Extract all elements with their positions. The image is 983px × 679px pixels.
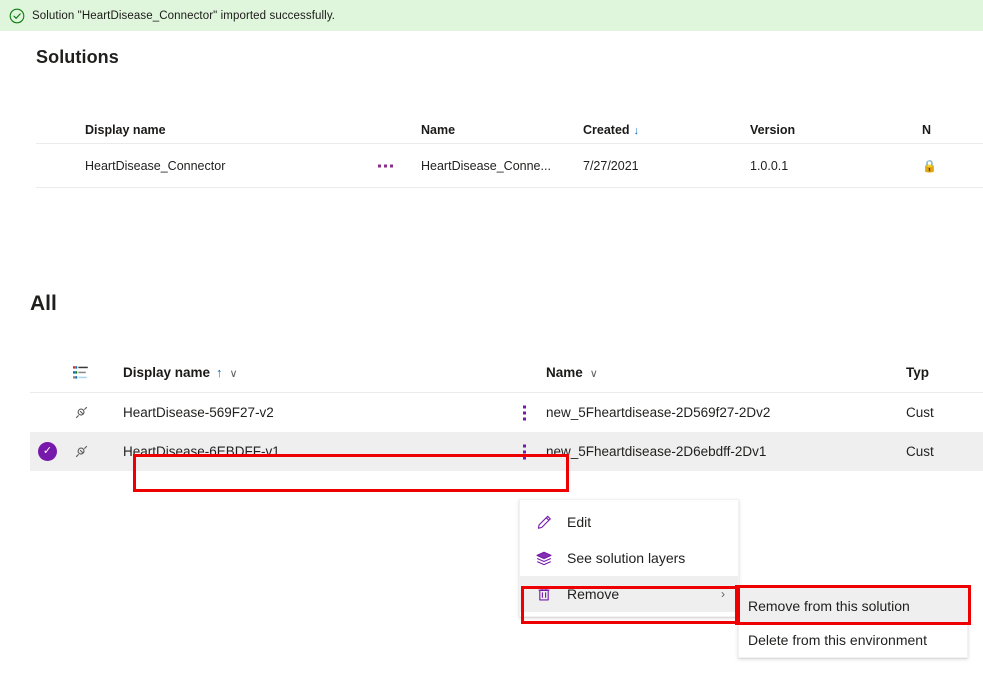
- pencil-icon: [534, 513, 554, 531]
- chevron-right-icon: ›: [721, 587, 725, 601]
- column-header-display-name-label: Display name: [123, 364, 211, 380]
- column-header-name[interactable]: Name ∨: [546, 365, 906, 380]
- row-name-cell: new_5Fheartdisease-2D6ebdff-2Dv1: [546, 444, 767, 459]
- success-banner: Solution "HeartDisease_Connector" import…: [0, 0, 983, 31]
- column-header-list-icon[interactable]: [65, 365, 113, 380]
- row-display-name: HeartDisease-6EBDFF-v1: [123, 444, 280, 459]
- checkmark-icon: ✓: [38, 442, 57, 461]
- row-display-name: HeartDisease-569F27-v2: [123, 405, 274, 420]
- row-display-name-cell[interactable]: HeartDisease-6EBDFF-v1: [113, 444, 546, 459]
- solution-display-name: HeartDisease_Connector: [85, 158, 226, 173]
- row-select-checkbox[interactable]: ✓: [30, 442, 65, 461]
- column-header-display-name[interactable]: Display name: [36, 123, 421, 137]
- column-header-display-name[interactable]: Display name ↑ ∨: [113, 365, 546, 380]
- layers-icon: [534, 549, 554, 567]
- more-options-icon[interactable]: [523, 405, 526, 420]
- more-options-icon[interactable]: [523, 444, 526, 459]
- column-header-created-label: Created: [583, 123, 630, 137]
- menu-item-edit[interactable]: Edit: [520, 504, 738, 540]
- column-header-name-label: Name: [546, 364, 583, 380]
- list-view-icon: [73, 365, 88, 379]
- solutions-table: Display name Name Created ↓ Version N Hea…: [36, 108, 983, 188]
- app-root: Solution "HeartDisease_Connector" import…: [0, 0, 983, 679]
- connector-icon: [65, 404, 113, 421]
- table-row[interactable]: HeartDisease-569F27-v2 new_5Fheartdiseas…: [30, 393, 983, 432]
- submenu-item-remove-from-this-solution[interactable]: Remove from this solution: [739, 589, 967, 623]
- context-menu: Edit See solution layers Remove ›: [519, 499, 739, 617]
- all-table: Display name ↑ ∨ Name ∨ Typ HeartDisease…: [30, 352, 983, 471]
- solution-created-cell: 7/27/2021: [583, 158, 639, 173]
- solutions-table-header: Display name Name Created ↓ Version N: [36, 108, 983, 144]
- sort-descending-icon: ↓: [633, 125, 640, 137]
- all-table-header: Display name ↑ ∨ Name ∨ Typ: [30, 352, 983, 393]
- table-row[interactable]: HeartDisease_Connector HeartDisease_Conn…: [36, 144, 983, 188]
- lock-icon: 🔒: [922, 158, 937, 173]
- column-header-created[interactable]: Created ↓: [583, 123, 750, 137]
- remove-submenu: Remove from this solution Delete from th…: [738, 588, 968, 658]
- chevron-down-icon[interactable]: ∨: [230, 368, 238, 380]
- all-title: All: [30, 292, 57, 315]
- menu-item-remove[interactable]: Remove ›: [520, 576, 738, 612]
- menu-item-see-solution-layers-label: See solution layers: [567, 550, 686, 566]
- check-circle-icon: [9, 8, 25, 24]
- chevron-down-icon[interactable]: ∨: [590, 368, 598, 380]
- solution-managed-cell: 🔒: [922, 159, 983, 173]
- column-header-name[interactable]: Name: [421, 123, 583, 137]
- column-header-next[interactable]: N: [922, 123, 983, 137]
- success-banner-message: Solution "HeartDisease_Connector" import…: [32, 9, 336, 22]
- trash-icon: [534, 585, 554, 603]
- column-header-type[interactable]: Typ: [906, 365, 983, 380]
- more-options-icon[interactable]: [378, 164, 393, 167]
- column-header-version[interactable]: Version: [750, 123, 922, 137]
- row-type-cell: Cust: [906, 405, 934, 420]
- solutions-title: Solutions: [36, 47, 119, 67]
- connector-icon: [65, 443, 113, 460]
- menu-item-edit-label: Edit: [567, 514, 592, 530]
- menu-item-see-solution-layers[interactable]: See solution layers: [520, 540, 738, 576]
- menu-item-remove-label: Remove: [567, 586, 620, 602]
- sort-ascending-icon: ↑: [216, 364, 223, 380]
- solution-version-cell: 1.0.0.1: [750, 158, 789, 173]
- solution-display-name-cell[interactable]: HeartDisease_Connector: [36, 159, 421, 173]
- row-name-cell: new_5Fheartdisease-2D569f27-2Dv2: [546, 405, 771, 420]
- submenu-item-delete-from-this-environment[interactable]: Delete from this environment: [739, 623, 967, 657]
- table-row[interactable]: ✓ HeartDisease-6EBDFF-v1 new_5Fheartdise…: [30, 432, 983, 471]
- row-type-cell: Cust: [906, 444, 934, 459]
- row-display-name-cell[interactable]: HeartDisease-569F27-v2: [113, 405, 546, 420]
- solution-name-cell: HeartDisease_Conne...: [421, 158, 551, 173]
